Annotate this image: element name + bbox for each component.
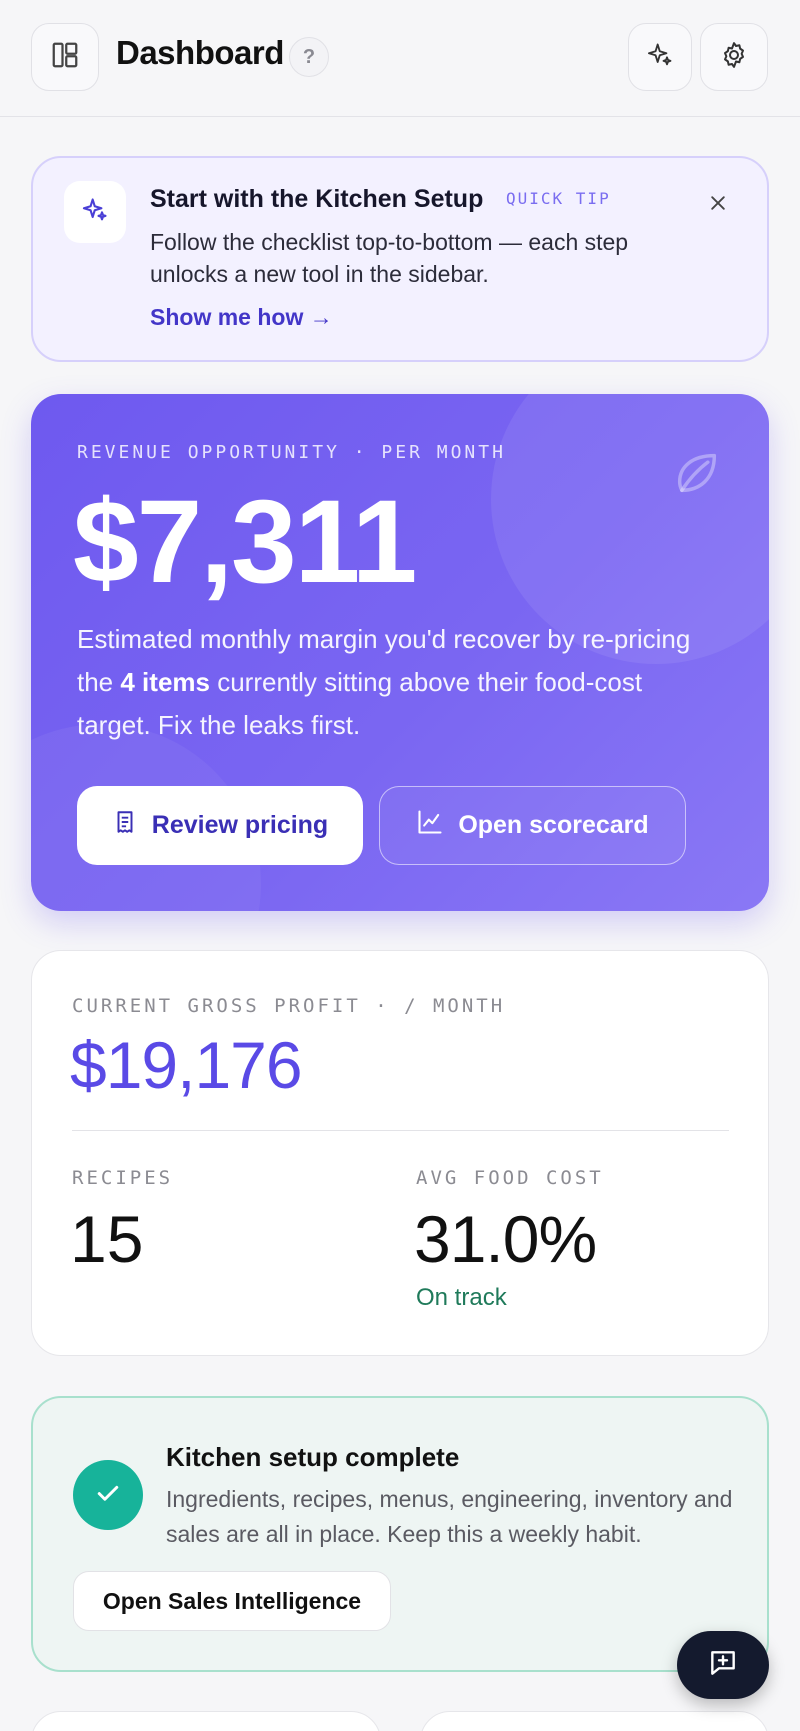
next-card <box>31 1711 381 1731</box>
setup-title: Kitchen setup complete <box>166 1442 460 1472</box>
recipes-value: 15 <box>70 1202 144 1276</box>
success-badge <box>73 1460 143 1530</box>
show-me-how-link[interactable]: Show me how → <box>150 304 333 331</box>
sidebar-toggle-button[interactable] <box>31 23 99 91</box>
quick-tip-card: Start with the Kitchen Setup QUICK TIP F… <box>31 156 769 362</box>
settings-button[interactable] <box>700 23 768 91</box>
chat-button[interactable] <box>677 1631 769 1699</box>
revenue-opportunity-amount: $7,311 <box>73 476 417 608</box>
food-cost-value: 31.0% <box>414 1202 597 1276</box>
gross-profit-value: $19,176 <box>70 1028 303 1102</box>
items-count-highlight: 4 items <box>120 667 210 697</box>
close-icon <box>708 193 728 218</box>
tip-tag: QUICK TIP <box>506 189 611 208</box>
sidebar-layout-icon <box>50 40 80 75</box>
open-scorecard-label: Open scorecard <box>458 811 649 839</box>
revenue-opportunity-description: Estimated monthly margin you'd recover b… <box>77 618 697 747</box>
tip-title: Start with the Kitchen Setup <box>150 185 484 213</box>
review-pricing-label: Review pricing <box>151 811 329 839</box>
sparkle-icon <box>646 41 674 74</box>
line-chart-icon <box>416 808 444 843</box>
check-icon <box>93 1478 123 1513</box>
gross-profit-label: CURRENT GROSS PROFIT · / MONTH <box>72 995 506 1017</box>
close-tip-button[interactable] <box>703 190 733 220</box>
page-title: Dashboard <box>116 34 284 71</box>
divider <box>72 1130 729 1131</box>
tip-body: Follow the checklist top-to-bottom — eac… <box>150 229 629 287</box>
food-cost-label: AVG FOOD COST <box>416 1167 604 1189</box>
receipt-icon <box>112 809 138 842</box>
top-bar: Dashboard ? <box>0 0 800 117</box>
review-pricing-button[interactable]: Review pricing <box>77 786 363 865</box>
open-scorecard-button[interactable]: Open scorecard <box>379 786 686 865</box>
gear-icon <box>719 40 749 75</box>
tip-icon-box <box>64 181 126 243</box>
next-card <box>420 1711 769 1731</box>
kitchen-setup-complete-card: Kitchen setup complete Ingredients, reci… <box>31 1396 769 1672</box>
food-cost-status: On track <box>416 1284 507 1311</box>
help-button[interactable]: ? <box>289 37 329 77</box>
gross-profit-card: CURRENT GROSS PROFIT · / MONTH $19,176 R… <box>31 950 769 1356</box>
open-sales-intelligence-button[interactable]: Open Sales Intelligence <box>73 1571 391 1631</box>
revenue-opportunity-label: REVENUE OPPORTUNITY · PER MONTH <box>77 442 506 463</box>
setup-body: Ingredients, recipes, menus, engineering… <box>166 1486 733 1547</box>
recipes-label: RECIPES <box>72 1167 174 1189</box>
ai-assistant-button[interactable] <box>628 23 692 91</box>
sparkle-icon <box>81 196 109 229</box>
revenue-opportunity-card: REVENUE OPPORTUNITY · PER MONTH $7,311 E… <box>31 394 769 911</box>
leaf-icon <box>671 447 723 504</box>
message-plus-icon <box>707 1647 739 1684</box>
